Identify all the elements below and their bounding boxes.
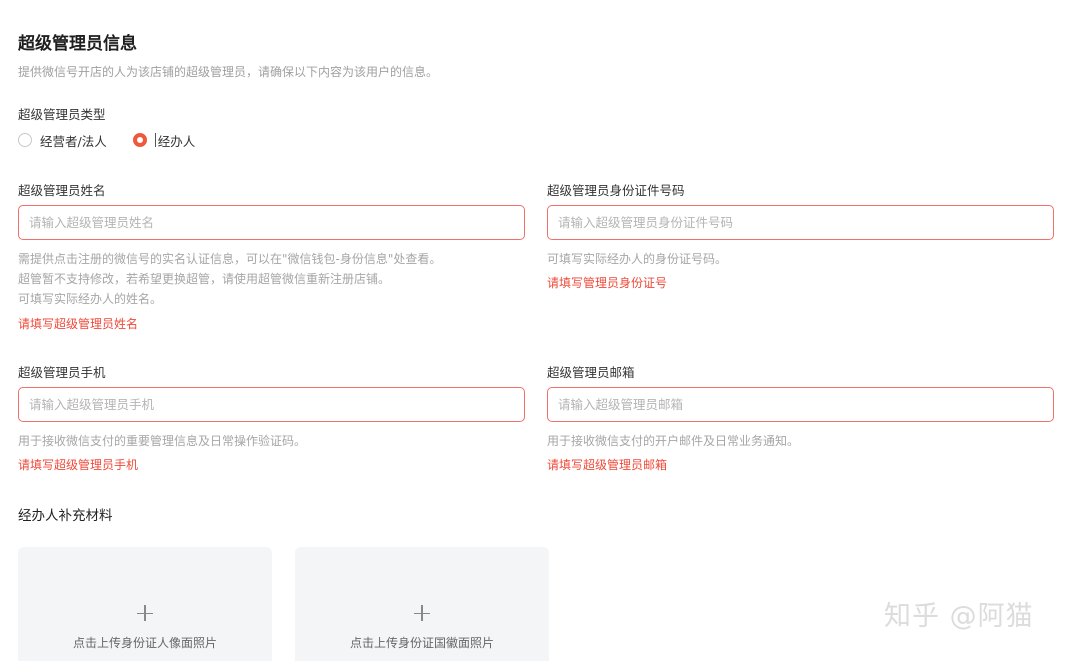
email-field-label: 超级管理员邮箱 [547,365,635,380]
radio-option-agent[interactable]: 经办人 [132,131,196,150]
name-input[interactable] [18,205,525,240]
phone-field-label: 超级管理员手机 [18,365,106,380]
help-line: 超管暂不支持修改，若希望更换超管，请使用超管微信重新注册店铺。 [18,272,391,286]
page: 超级管理员信息 提供微信号开店的人为该店铺的超级管理员，请确保以下内容为该用户的… [0,0,1080,661]
id-field-label: 超级管理员身份证件号码 [547,183,685,198]
phone-input[interactable] [18,387,525,422]
admin-type-radio-group: 经营者/法人 经办人 [18,131,221,149]
page-subtitle: 提供微信号开店的人为该店铺的超级管理员，请确保以下内容为该用户的信息。 [18,65,439,79]
name-help-text: 需提供点击注册的微信号的实名认证信息，可以在"微信钱包-身份信息"处查看。 超管… [18,249,441,309]
radio-option-label: 经办人 [157,133,196,149]
materials-section-title: 经办人补充材料 [18,508,113,524]
watermark: 知乎 @阿猫 [884,601,1034,632]
upload-label: 点击上传身份证国徽面照片 [349,636,494,650]
help-line: 需提供点击注册的微信号的实名认证信息，可以在"微信钱包-身份信息"处查看。 [18,252,442,266]
phone-error-text: 请填写超级管理员手机 [18,458,139,472]
help-line: 可填写实际经办人的身份证号码。 [547,252,728,266]
help-line: 用于接收微信支付的重要管理信息及日常操作验证码。 [18,434,307,448]
text-cursor [154,133,156,147]
name-field-label: 超级管理员姓名 [18,183,106,198]
admin-type-label: 超级管理员类型 [18,107,106,122]
radio-checked-icon[interactable] [132,133,147,147]
radio-unchecked-icon[interactable] [18,133,32,147]
help-line: 可填写实际经办人的姓名。 [18,292,163,306]
upload-id-back-button[interactable]: 点击上传身份证国徽面照片 [295,547,549,661]
phone-help-text: 用于接收微信支付的重要管理信息及日常操作验证码。 [18,431,306,451]
email-help-text: 用于接收微信支付的开户邮件及日常业务通知。 [547,431,799,451]
upload-id-front-button[interactable]: 点击上传身份证人像面照片 [18,547,272,661]
upload-label: 点击上传身份证人像面照片 [72,636,217,650]
radio-option-legal-person[interactable]: 经营者/法人 [18,131,107,150]
email-input[interactable] [547,387,1054,422]
id-help-text: 可填写实际经办人的身份证号码。 [547,249,727,269]
radio-option-label: 经营者/法人 [40,133,107,149]
name-error-text: 请填写超级管理员姓名 [18,317,139,331]
email-error-text: 请填写超级管理员邮箱 [547,458,668,472]
page-title: 超级管理员信息 [18,34,137,54]
help-line: 用于接收微信支付的开户邮件及日常业务通知。 [547,434,800,448]
id-error-text: 请填写管理员身份证号 [547,276,668,290]
plus-icon [137,605,153,621]
plus-icon [414,605,430,621]
id-number-input[interactable] [547,205,1054,240]
